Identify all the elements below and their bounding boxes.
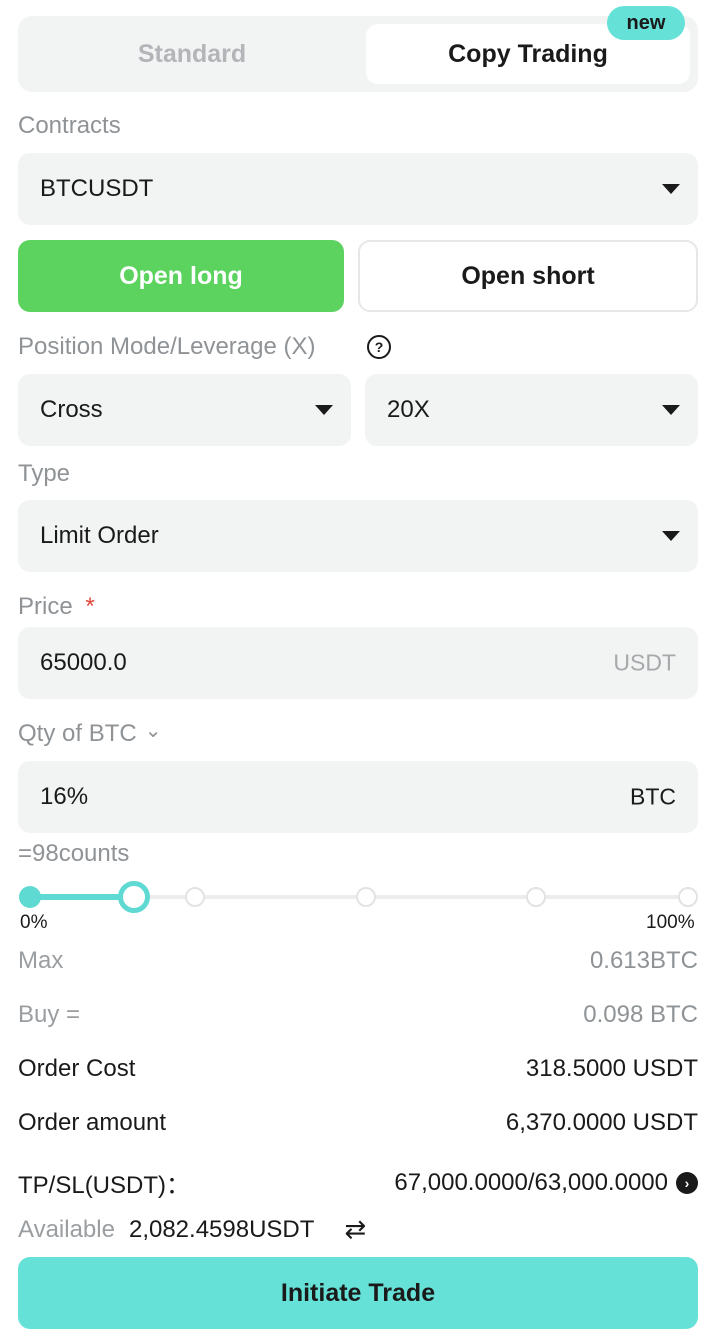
buy-label: Buy = — [18, 1001, 81, 1028]
position-mode-label: Position Mode/Leverage (X) — [18, 333, 316, 360]
open-long-button[interactable]: Open long — [18, 240, 344, 312]
slider-stop-100[interactable] — [678, 887, 698, 907]
slider-stop-25[interactable] — [185, 887, 205, 907]
open-short-button[interactable]: Open short — [358, 240, 698, 312]
available-row: Available 2,082.4598USDT ⇄ — [18, 1214, 366, 1245]
qty-unit-selector[interactable]: Qty of BTC ⌄ — [18, 720, 161, 748]
order-amount-row: Order amount 6,370.0000 USDT — [18, 1109, 698, 1137]
price-input[interactable]: 65000.0 USDT — [18, 627, 698, 699]
order-cost-row: Order Cost 318.5000 USDT — [18, 1055, 698, 1083]
order-type-value: Limit Order — [40, 522, 159, 549]
tpsl-value: 67,000.0000/63,000.0000 — [394, 1168, 668, 1196]
caret-down-icon — [662, 184, 680, 194]
price-unit: USDT — [613, 649, 676, 676]
max-label: Max — [18, 947, 64, 974]
tpsl-label: TP/SL(USDT)： — [18, 1172, 191, 1199]
contracts-select[interactable]: BTCUSDT — [18, 153, 698, 225]
contracts-value: BTCUSDT — [40, 175, 154, 202]
slider-stop-75[interactable] — [526, 887, 546, 907]
qty-value: 16% — [40, 783, 89, 810]
price-label-text: Price — [18, 593, 73, 620]
qty-input[interactable]: 16% BTC — [18, 761, 698, 833]
max-row: Max 0.613BTC — [18, 947, 698, 975]
leverage-value: 20X — [387, 396, 430, 423]
caret-down-icon — [662, 405, 680, 415]
transfer-icon[interactable]: ⇄ — [344, 1214, 366, 1245]
required-mark: * — [85, 593, 95, 620]
qty-counts: =98counts — [18, 840, 130, 867]
tab-standard[interactable]: Standard — [26, 24, 358, 84]
mode-tabs: Standard Copy Trading — [18, 16, 698, 92]
tpsl-row[interactable]: TP/SL(USDT)： 67,000.0000/63,000.0000 › — [18, 1165, 698, 1200]
slider-stop-0[interactable] — [19, 886, 41, 908]
price-label: Price * — [18, 593, 95, 621]
order-amount-label: Order amount — [18, 1109, 167, 1136]
max-value: 0.613BTC — [589, 947, 698, 974]
order-amount-value: 6,370.0000 USDT — [505, 1109, 698, 1136]
contracts-label: Contracts — [18, 112, 121, 139]
qty-unit: BTC — [630, 783, 676, 810]
arrow-right-circle-icon[interactable]: › — [676, 1171, 698, 1194]
qty-slider-thumb[interactable] — [117, 881, 150, 913]
available-value: 2,082.4598USDT — [128, 1215, 315, 1243]
chevron-down-icon: ⌄ — [144, 719, 162, 742]
new-badge: new — [607, 6, 685, 40]
price-value: 65000.0 — [40, 649, 127, 676]
caret-down-icon — [315, 405, 333, 415]
qty-label: Qty of BTC — [18, 720, 137, 747]
slider-stop-50[interactable] — [356, 887, 376, 907]
buy-row: Buy = 0.098 BTC — [18, 1001, 698, 1029]
tpsl-value-group[interactable]: 67,000.0000/63,000.0000 › — [394, 1169, 698, 1197]
leverage-select[interactable]: 20X — [365, 374, 698, 446]
slider-max-label: 100% — [646, 912, 695, 933]
buy-value: 0.098 BTC — [583, 1001, 698, 1028]
caret-down-icon — [662, 531, 680, 541]
position-mode-select[interactable]: Cross — [18, 374, 351, 446]
initiate-trade-button[interactable]: Initiate Trade — [18, 1257, 698, 1329]
type-label: Type — [18, 460, 71, 487]
position-mode-value: Cross — [40, 396, 103, 423]
order-cost-value: 318.5000 USDT — [525, 1055, 698, 1082]
available-label: Available — [18, 1215, 115, 1243]
help-icon[interactable]: ? — [367, 335, 391, 359]
order-type-select[interactable]: Limit Order — [18, 500, 698, 572]
order-cost-label: Order Cost — [18, 1055, 136, 1082]
slider-min-label: 0% — [20, 912, 48, 933]
